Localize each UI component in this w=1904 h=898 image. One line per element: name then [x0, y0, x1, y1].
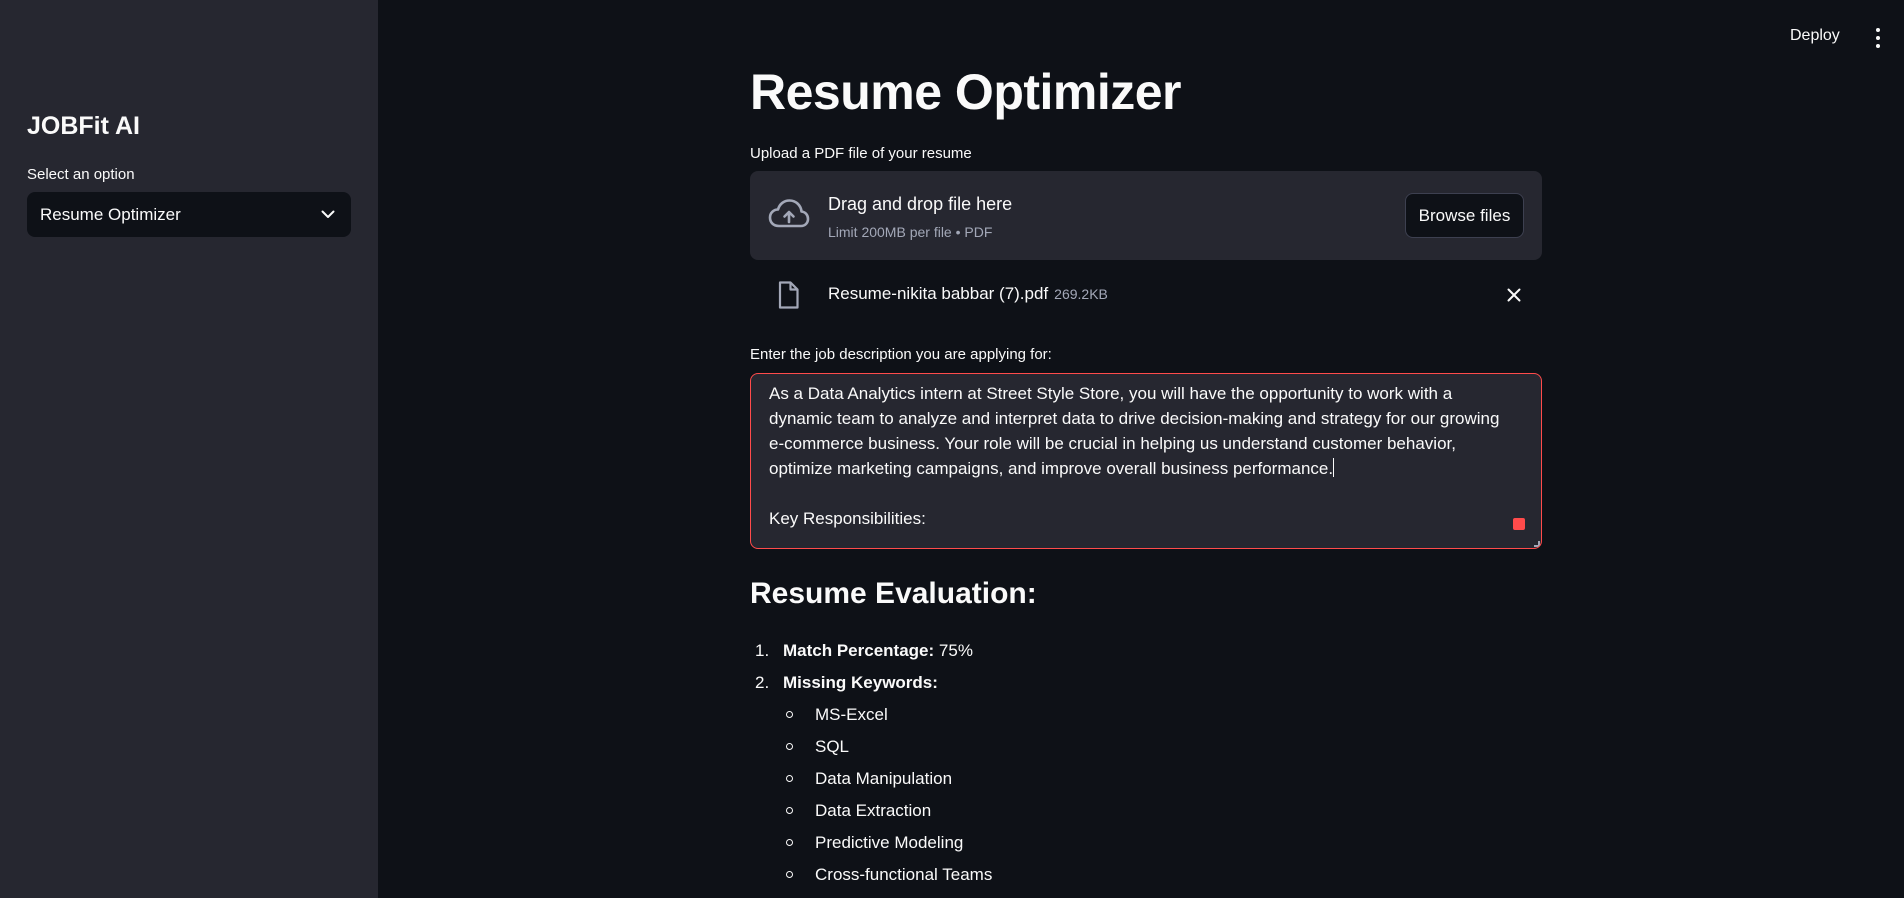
dropzone-title: Drag and drop file here — [828, 194, 1013, 214]
bullet-icon — [786, 807, 793, 814]
evaluation-title: Resume Evaluation: — [750, 577, 1037, 610]
evaluation-list: 1. Match Percentage: 75% 2. Missing Keyw… — [750, 637, 1542, 893]
job-description-paragraph: As a Data Analytics intern at Street Sty… — [769, 384, 1500, 478]
bullet-icon — [786, 839, 793, 846]
file-dropzone[interactable]: Drag and drop file here Limit 200MB per … — [750, 171, 1542, 260]
sidebar: JOBFit AI Select an option Resume Optimi… — [0, 0, 378, 898]
keyword-item: MS-Excel — [750, 701, 1542, 733]
main-menu-icon[interactable] — [1870, 28, 1886, 48]
item-number: 1. — [755, 641, 770, 660]
select-value: Resume Optimizer — [40, 204, 181, 224]
item-text: Missing Keywords: — [783, 673, 938, 693]
dropzone-subtitle: Limit 200MB per file • PDF — [828, 224, 993, 240]
job-description-paragraph-2: Key Responsibilities: — [769, 509, 926, 528]
text-caret — [1333, 458, 1335, 477]
file-name-line: Resume-nikita babbar (7).pdf 269.2KB — [828, 284, 1108, 304]
cloud-upload-icon — [768, 198, 810, 230]
item-label: Match Percentage: — [783, 641, 935, 660]
close-icon[interactable] — [1506, 287, 1522, 303]
resize-handle[interactable] — [1534, 541, 1540, 547]
item-label: Missing Keywords: — [783, 673, 938, 692]
job-description-text: As a Data Analytics intern at Street Sty… — [769, 381, 1519, 481]
keyword-text: MS-Excel — [815, 705, 888, 724]
job-description-label: Enter the job description you are applyi… — [750, 346, 1052, 363]
uploaded-file-row: Resume-nikita babbar (7).pdf 269.2KB — [750, 275, 1542, 315]
app-root: JOBFit AI Select an option Resume Optimi… — [0, 0, 1904, 898]
keyword-text: Data Extraction — [815, 801, 932, 820]
job-description-textarea[interactable]: As a Data Analytics intern at Street Sty… — [750, 373, 1542, 549]
evaluation-item: 2. Missing Keywords: — [750, 669, 1542, 701]
bullet-icon — [786, 775, 793, 782]
select-label: Select an option — [27, 166, 135, 183]
file-size: 269.2KB — [1054, 286, 1108, 302]
file-icon — [777, 281, 799, 309]
sidebar-title: JOBFit AI — [27, 112, 140, 140]
keyword-text: Data Manipulation — [815, 769, 953, 788]
keyword-item: Data Manipulation — [750, 765, 1542, 797]
page-title: Resume Optimizer — [750, 64, 1182, 120]
bullet-icon — [786, 871, 793, 878]
stop-icon[interactable] — [1513, 518, 1525, 530]
keyword-text: SQL — [815, 737, 850, 756]
keyword-item: Cross-functional Teams — [750, 861, 1542, 893]
chevron-down-icon — [319, 206, 337, 224]
keyword-text: Predictive Modeling — [815, 833, 964, 852]
evaluation-item: 1. Match Percentage: 75% — [750, 637, 1542, 669]
option-select[interactable]: Resume Optimizer — [27, 192, 351, 237]
item-number: 2. — [755, 673, 770, 692]
browse-files-button[interactable]: Browse files — [1405, 193, 1524, 238]
keyword-item: SQL — [750, 733, 1542, 765]
bullet-icon — [786, 711, 793, 718]
keyword-item: Data Extraction — [750, 797, 1542, 829]
bullet-icon — [786, 743, 793, 750]
item-text: Match Percentage: 75% — [783, 641, 973, 661]
keyword-text: Cross-functional Teams — [815, 865, 993, 884]
keyword-item: Predictive Modeling — [750, 829, 1542, 861]
file-name: Resume-nikita babbar (7).pdf — [828, 284, 1049, 303]
item-value: 75% — [938, 641, 973, 660]
upload-label: Upload a PDF file of your resume — [750, 145, 972, 162]
deploy-button[interactable]: Deploy — [1790, 27, 1840, 45]
